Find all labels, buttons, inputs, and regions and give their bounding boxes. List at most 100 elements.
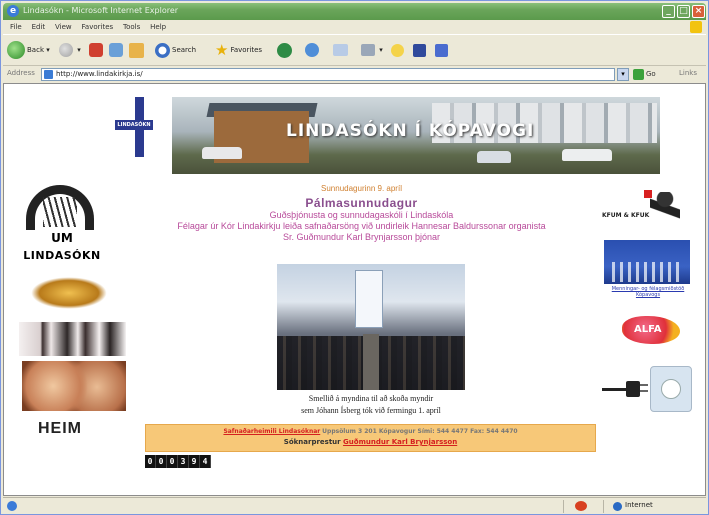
faces-ring-image[interactable] bbox=[31, 277, 107, 309]
search-label: Search bbox=[172, 46, 197, 54]
cross-logo-text: LINDASÓKN bbox=[115, 120, 153, 130]
photo-caption-line: sem Jóhann Ísberg tók við fermingu 1. ap… bbox=[301, 406, 441, 415]
toolbar: Back ▾ ▾ Search ★ Favorites ▾ bbox=[3, 34, 706, 66]
search-icon bbox=[155, 42, 170, 58]
internet-zone-icon bbox=[613, 502, 622, 511]
city-caption-link[interactable]: Menningar- og félagsmiðstöð Kópavogs bbox=[602, 286, 694, 298]
priest-link[interactable]: Guðmundur Karl Brynjarsson bbox=[343, 438, 457, 446]
confirmation-photo[interactable] bbox=[277, 264, 465, 390]
heim-link[interactable]: HEIM bbox=[38, 420, 82, 438]
alfa-text: ALFA bbox=[634, 324, 662, 335]
contact-line: Safnaðarheimili Lindasóknar Uppsölum 3 2… bbox=[146, 428, 595, 435]
contact-box: Safnaðarheimili Lindasóknar Uppsölum 3 2… bbox=[145, 424, 596, 452]
figure-icon bbox=[650, 192, 680, 226]
cross-logo: LINDASÓKN bbox=[115, 97, 153, 157]
banner-car bbox=[202, 147, 242, 159]
back-button[interactable]: Back ▾ bbox=[7, 40, 50, 60]
menu-tools[interactable]: Tools bbox=[123, 20, 140, 34]
back-label: Back bbox=[27, 46, 44, 54]
banner-image: LINDASÓKN Í KÓPAVOGI bbox=[172, 97, 660, 174]
forward-arrow-icon bbox=[59, 43, 73, 57]
announcement-title: Pálmasunnudagur bbox=[305, 196, 418, 210]
counter-digit: 9 bbox=[189, 455, 200, 468]
counter-digit: 3 bbox=[178, 455, 189, 468]
office-link[interactable]: Safnaðarheimili Lindasóknar bbox=[223, 428, 320, 435]
history-icon bbox=[305, 43, 319, 57]
plug-prongs bbox=[640, 384, 648, 394]
elders-image[interactable] bbox=[22, 361, 126, 411]
printer-icon bbox=[361, 44, 375, 56]
page-content: LINDASÓKN LINDASÓKN Í KÓPAVOGI UM LINDAS… bbox=[3, 83, 706, 496]
address-dropdown-button[interactable]: ▾ bbox=[617, 68, 629, 81]
forward-button[interactable]: ▾ bbox=[59, 40, 81, 60]
mail-button[interactable] bbox=[333, 40, 350, 60]
page-done-icon bbox=[7, 501, 17, 511]
photo-caption-line: Smellið á myndina til að skoða myndir bbox=[308, 394, 434, 403]
menu-favorites[interactable]: Favorites bbox=[82, 20, 114, 34]
links-button[interactable]: Links bbox=[679, 69, 697, 77]
ie-logo-icon: e bbox=[7, 5, 19, 17]
back-arrow-icon bbox=[7, 41, 25, 59]
photo-aisle bbox=[363, 334, 379, 390]
plug-socket-link[interactable] bbox=[602, 364, 694, 414]
children-image[interactable] bbox=[19, 322, 126, 356]
discuss-button[interactable] bbox=[435, 40, 450, 60]
socket-icon bbox=[650, 366, 692, 412]
banner-car bbox=[477, 151, 511, 163]
menu-file[interactable]: File bbox=[10, 20, 22, 34]
photo-caption: Smellið á myndina til að skoða myndir se… bbox=[244, 393, 498, 417]
kfum-link[interactable]: KFUM & KFUK bbox=[602, 190, 692, 230]
city-image[interactable] bbox=[604, 240, 690, 284]
favorites-label: Favorites bbox=[230, 46, 263, 54]
minimize-button[interactable]: _ bbox=[662, 5, 675, 18]
close-button[interactable]: × bbox=[692, 5, 705, 18]
priest-label: Sóknarprestur bbox=[283, 438, 341, 446]
menu-edit[interactable]: Edit bbox=[32, 20, 46, 34]
priest-line: Sóknarprestur Guðmundur Karl Brynjarsson bbox=[146, 438, 595, 446]
address-input[interactable]: http://www.lindakirkja.is/ bbox=[41, 68, 615, 81]
kfum-text: KFUM & KFUK bbox=[602, 212, 650, 219]
browser-window: e Lindasókn - Microsoft Internet Explore… bbox=[0, 0, 709, 515]
popup-blocker-icon[interactable] bbox=[575, 501, 587, 511]
announcement-line: Félagar úr Kór Lindakirkju leiða safnaða… bbox=[177, 221, 546, 231]
print-button[interactable]: ▾ bbox=[361, 40, 383, 60]
media-button[interactable] bbox=[277, 40, 294, 60]
go-button[interactable]: Go bbox=[633, 68, 656, 81]
maximize-button[interactable]: □ bbox=[677, 5, 690, 18]
stop-icon bbox=[89, 43, 103, 57]
visitor-counter: 000394 bbox=[145, 455, 211, 468]
messenger-icon bbox=[391, 43, 404, 57]
window-title: Lindasókn - Microsoft Internet Explorer bbox=[23, 6, 179, 15]
banner-truck bbox=[562, 149, 612, 161]
research-icon bbox=[413, 43, 426, 57]
alfa-link[interactable]: ALFA bbox=[622, 316, 682, 346]
counter-digit: 0 bbox=[145, 455, 156, 468]
cable-icon bbox=[602, 388, 628, 391]
refresh-icon bbox=[109, 43, 123, 57]
windows-logo-icon bbox=[690, 21, 702, 33]
title-bar: e Lindasókn - Microsoft Internet Explore… bbox=[3, 3, 706, 20]
go-label: Go bbox=[646, 70, 656, 78]
announcement: Sunnudagurinn 9. apríl Pálmasunnudagur G… bbox=[134, 184, 589, 243]
favorites-button[interactable]: ★ Favorites bbox=[215, 40, 262, 60]
logo-lindasokn-text: LINDASÓKN bbox=[23, 249, 101, 262]
menu-view[interactable]: View bbox=[55, 20, 72, 34]
menu-help[interactable]: Help bbox=[150, 20, 166, 34]
announcement-date: Sunnudagurinn 9. apríl bbox=[321, 184, 402, 193]
refresh-button[interactable] bbox=[109, 40, 125, 60]
messenger-button[interactable] bbox=[391, 40, 406, 60]
status-bar: Internet bbox=[3, 497, 706, 514]
home-button[interactable] bbox=[129, 40, 146, 60]
announcement-line: Guðsþjónusta og sunnudagaskóli í Lindask… bbox=[269, 210, 454, 220]
star-icon: ★ bbox=[215, 41, 229, 59]
media-icon bbox=[277, 42, 292, 58]
home-icon bbox=[129, 42, 144, 58]
address-url: http://www.lindakirkja.is/ bbox=[56, 70, 143, 78]
banner-title: LINDASÓKN Í KÓPAVOGI bbox=[286, 121, 535, 141]
research-button[interactable] bbox=[413, 40, 428, 60]
history-button[interactable] bbox=[305, 40, 321, 60]
go-arrow-icon bbox=[633, 68, 644, 80]
um-lindasokn-link[interactable]: UM LINDASÓKN bbox=[19, 185, 105, 269]
search-button[interactable]: Search bbox=[155, 40, 196, 60]
stop-button[interactable] bbox=[89, 40, 105, 60]
